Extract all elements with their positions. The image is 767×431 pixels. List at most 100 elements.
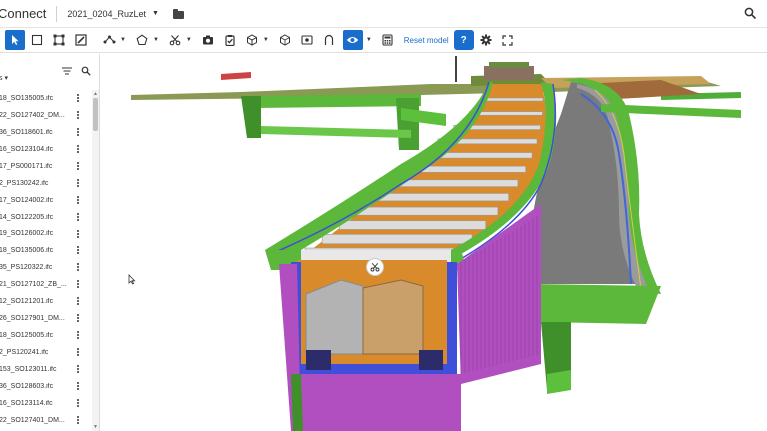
object-button[interactable]	[275, 30, 295, 50]
file-name: 18_SO135006.ifc	[0, 247, 54, 255]
scrollbar[interactable]: ▲ ▼	[92, 90, 99, 431]
scroll-down-icon[interactable]: ▼	[93, 424, 98, 430]
more-vertical-icon[interactable]	[77, 246, 80, 255]
chevron-down-icon[interactable]: ▼	[153, 37, 159, 43]
chevron-down-icon[interactable]: ▼	[120, 37, 126, 43]
file-list-item[interactable]: 153_SO123011.ifc	[0, 361, 92, 378]
divider	[56, 5, 58, 22]
more-vertical-icon[interactable]	[77, 365, 80, 374]
clip-handle[interactable]	[366, 258, 384, 276]
question-icon: ?	[460, 34, 467, 46]
fullscreen-button[interactable]	[498, 30, 518, 50]
box-3d-icon	[279, 34, 290, 46]
file-list-item[interactable]: 16_SO123104.ifc	[0, 141, 92, 158]
more-vertical-icon[interactable]	[77, 161, 80, 171]
file-list-item[interactable]: 18_SO135006.ifc	[0, 242, 92, 259]
calculator-icon	[382, 34, 393, 46]
select-tool-button[interactable]	[5, 30, 25, 50]
eye-icon	[347, 37, 359, 43]
more-vertical-icon[interactable]	[77, 297, 80, 306]
more-vertical-icon[interactable]	[77, 195, 80, 205]
more-vertical-icon[interactable]	[77, 263, 80, 272]
more-vertical-icon[interactable]	[77, 314, 80, 323]
more-vertical-icon[interactable]	[77, 331, 80, 340]
scroll-thumb[interactable]	[93, 98, 98, 131]
file-list-item[interactable]: 17_SO124002.ifc	[0, 192, 92, 209]
box-select-button[interactable]	[27, 30, 47, 50]
more-vertical-icon[interactable]	[77, 212, 80, 222]
project-selector[interactable]: 2021_0204_RuzLet ▼	[67, 9, 159, 19]
more-vertical-icon[interactable]	[77, 144, 80, 154]
sort-dropdown[interactable]: s ▾	[0, 74, 8, 82]
views-button[interactable]	[297, 30, 317, 50]
measure-button[interactable]	[99, 30, 119, 50]
file-name: 22_SO127401_DM...	[0, 416, 65, 424]
panel-header: s ▾	[0, 54, 99, 90]
file-name: 18_SO125005.ifc	[0, 332, 54, 340]
search-icon[interactable]	[81, 66, 91, 76]
more-vertical-icon[interactable]	[77, 127, 80, 137]
file-list-item[interactable]: 2_PS130242.ifc	[0, 175, 92, 192]
more-vertical-icon[interactable]	[77, 348, 80, 357]
file-list-item[interactable]: 36_SO128603.ifc	[0, 378, 92, 395]
cut-button[interactable]	[165, 30, 185, 50]
scroll-up-icon[interactable]: ▲	[93, 91, 98, 97]
file-list-item[interactable]: 19_SO126002.ifc	[0, 226, 92, 243]
file-list-item[interactable]: 12_SO121201.ifc	[0, 293, 92, 310]
more-vertical-icon[interactable]	[77, 110, 80, 120]
file-list-item[interactable]: 22_SO127401_DM...	[0, 412, 92, 429]
file-list-item[interactable]: 35_PS120322.ifc	[0, 259, 92, 276]
section-box-button[interactable]	[49, 30, 69, 50]
file-name: 35_PS120322.ifc	[0, 264, 53, 272]
snapshot-button[interactable]	[198, 30, 218, 50]
more-vertical-icon[interactable]	[77, 178, 80, 188]
folder-icon[interactable]	[172, 8, 185, 19]
camera-icon	[202, 35, 213, 45]
chevron-down-icon: ▼	[152, 10, 159, 17]
file-list: 18_SO135005.ifc 22_SO127402_DM... 36_SO118…	[0, 90, 92, 429]
help-button[interactable]: ?	[453, 30, 474, 50]
markup-button[interactable]	[71, 30, 91, 50]
more-vertical-icon[interactable]	[77, 229, 80, 239]
file-list-item[interactable]: 17_PS000171.ifc	[0, 158, 92, 175]
chevron-down-icon[interactable]: ▼	[263, 37, 269, 43]
settings-button[interactable]	[476, 30, 496, 50]
more-vertical-icon[interactable]	[77, 280, 80, 289]
chevron-down-icon[interactable]: ▼	[366, 37, 372, 43]
file-list-item[interactable]: 22_SO127402_DM...	[0, 107, 92, 124]
more-vertical-icon[interactable]	[77, 381, 80, 391]
space-button[interactable]	[319, 30, 339, 50]
clipboard-check-icon	[225, 35, 235, 46]
file-list-item[interactable]: 26_SO127901_DM...	[0, 310, 92, 327]
file-list-item[interactable]: 36_SO118601.ifc	[0, 124, 92, 141]
chevron-down-icon[interactable]: ▼	[186, 37, 192, 43]
polygon-icon	[136, 34, 148, 46]
gear-icon	[480, 34, 492, 46]
more-vertical-icon[interactable]	[77, 398, 80, 408]
scissors-icon	[169, 35, 181, 46]
model-tree-button[interactable]	[242, 30, 262, 50]
search-icon[interactable]	[744, 7, 757, 20]
more-vertical-icon[interactable]	[77, 94, 80, 103]
clip-plane-button[interactable]	[132, 30, 152, 50]
file-list-item[interactable]: 18_SO125005.ifc	[0, 327, 92, 344]
measure-icon	[103, 35, 115, 44]
marquee-icon	[31, 34, 43, 46]
more-vertical-icon[interactable]	[77, 415, 80, 425]
3d-viewport[interactable]	[101, 54, 767, 431]
reset-model-button[interactable]: Reset model	[404, 36, 449, 45]
file-name: 16_SO123114.ifc	[0, 399, 53, 407]
file-list-item[interactable]: 14_SO122205.ifc	[0, 209, 92, 226]
file-list-item[interactable]: 18_SO135005.ifc	[0, 90, 92, 107]
viewer-toolbar: ▼ ▼ ▼ ▼ ▼ Reset model ?	[0, 28, 767, 53]
clipboard-button[interactable]	[220, 30, 240, 50]
file-name: 26_SO127901_DM...	[0, 315, 65, 323]
sort-icon[interactable]	[62, 67, 72, 75]
file-list-item[interactable]: 16_SO123114.ifc	[0, 395, 92, 412]
file-list-item[interactable]: 2_PS120241.ifc	[0, 344, 92, 361]
settings-list-button[interactable]	[378, 30, 398, 50]
visibility-button[interactable]	[342, 30, 363, 50]
bridge-model-render	[131, 56, 741, 431]
file-list-item[interactable]: 21_SO127102_ZB_...	[0, 276, 92, 293]
file-name: 17_PS000171.ifc	[0, 162, 53, 170]
